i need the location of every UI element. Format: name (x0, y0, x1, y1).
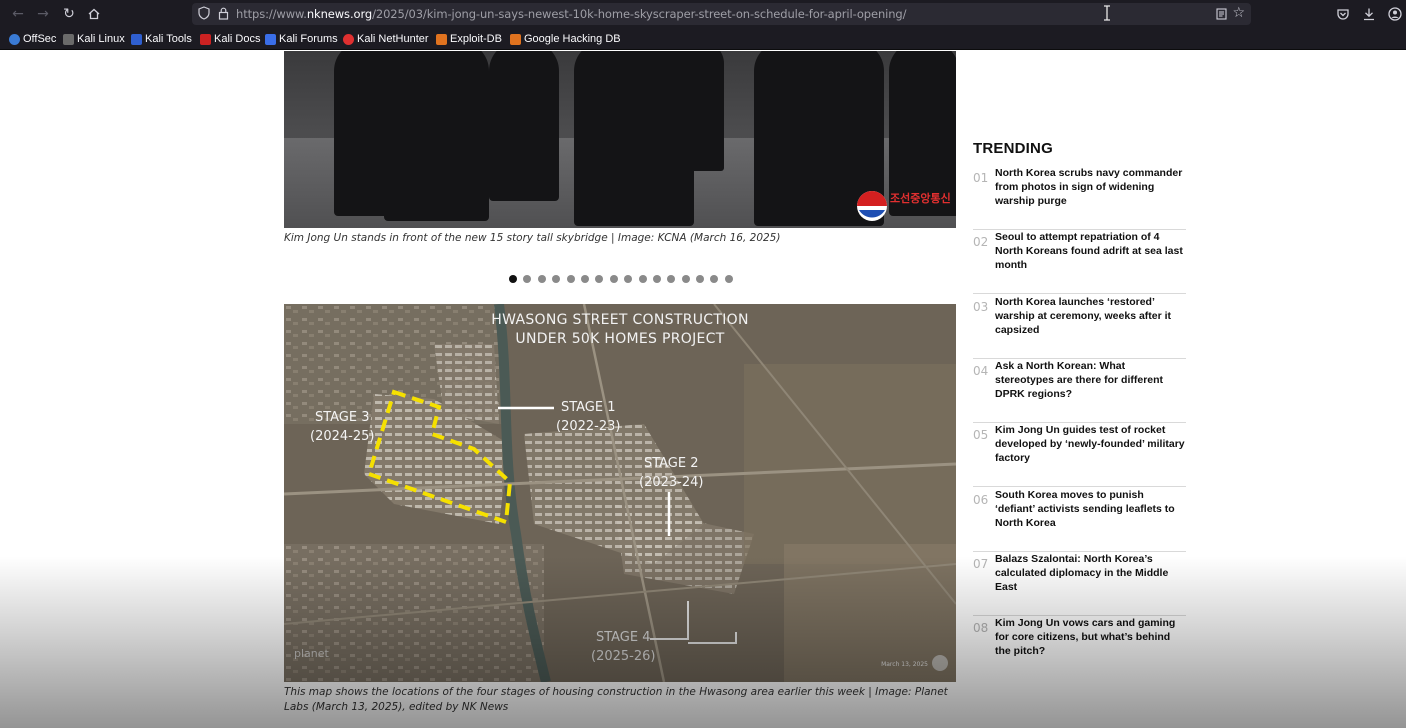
bookmark-kali-linux[interactable]: Kali Linux (63, 32, 125, 46)
kali-forums-icon (265, 33, 276, 45)
trending-headline-link[interactable]: Ask a North Korean: What stereotypes are… (995, 359, 1185, 401)
slide-dot[interactable] (580, 275, 589, 283)
trending-item[interactable]: 08 Kim Jong Un vows cars and gaming for c… (973, 616, 1186, 680)
bookmark-kali-nethunter[interactable]: Kali NetHunter (343, 32, 429, 46)
slideshow-pagination (509, 275, 733, 283)
photo-figure (574, 51, 694, 226)
map-caption: This map shows the locations of the four… (284, 686, 948, 713)
downloads-icon[interactable] (1362, 7, 1376, 21)
stage-3-label: STAGE 3 (2024-25) (310, 410, 375, 444)
bookmark-kali-tools[interactable]: Kali Tools (131, 32, 192, 46)
trending-heading: TRENDING (973, 140, 1053, 157)
trending-item[interactable]: 02 Seoul to attempt repatriation of 4 Nor… (973, 230, 1186, 295)
map-date-stamp: March 13, 2025 (881, 661, 928, 668)
lock-icon[interactable] (218, 7, 229, 20)
stage-1-label: STAGE 1 (2022-23) (556, 400, 621, 434)
slide-dot[interactable] (566, 275, 575, 283)
slide-dot[interactable] (595, 275, 604, 283)
reload-icon[interactable]: ↻ (59, 4, 79, 24)
slide-dot[interactable] (609, 275, 618, 283)
address-bar[interactable]: https://www.nknews.org/2025/03/kim-jong-… (192, 3, 1251, 25)
kali-docs-icon (200, 33, 211, 45)
slide-dot[interactable] (681, 275, 690, 283)
nethunter-icon (343, 33, 354, 45)
tracking-shield-icon[interactable] (198, 6, 210, 20)
trending-number: 08 (973, 621, 989, 636)
trending-headline-link[interactable]: North Korea launches ‘restored’ warship … (995, 295, 1185, 337)
trending-number: 07 (973, 556, 989, 571)
back-arrow-icon[interactable]: ← (8, 4, 28, 24)
photo-figure (489, 51, 559, 201)
forward-arrow-icon[interactable]: → (33, 4, 53, 24)
trending-headline-link[interactable]: Kim Jong Un vows cars and gaming for cor… (995, 616, 1185, 658)
stage-4-label: STAGE 4 (2025-26) (591, 630, 656, 664)
slide-dot[interactable] (724, 275, 733, 283)
bookmark-star-icon[interactable]: ☆ (1232, 4, 1245, 21)
trending-number: 02 (973, 235, 989, 250)
text-cursor-icon (1104, 5, 1110, 21)
satellite-map-image[interactable]: HWASONG STREET CONSTRUCTION UNDER 50K HO… (284, 304, 956, 682)
photo-caption: Kim Jong Un stands in front of the new 1… (284, 232, 781, 244)
account-icon[interactable] (1388, 7, 1402, 21)
map-title-line-1: HWASONG STREET CONSTRUCTION (491, 312, 749, 328)
map-title-line-2: UNDER 50K HOMES PROJECT (515, 331, 725, 347)
trending-item[interactable]: 06 South Korea moves to punish ‘defiant’ … (973, 488, 1186, 552)
home-icon[interactable] (84, 4, 104, 24)
trending-number: 04 (973, 363, 989, 378)
bookmark-kali-docs[interactable]: Kali Docs (200, 32, 260, 46)
slide-dot[interactable] (696, 275, 705, 283)
trending-number: 06 (973, 492, 989, 507)
map-compass-icon (932, 655, 948, 671)
trending-item[interactable]: 01 North Korea scrubs navy commander from… (973, 166, 1186, 230)
url-text[interactable]: https://www.nknews.org/2025/03/kim-jong-… (236, 7, 907, 21)
article-photo[interactable]: 조선중앙통신 (284, 51, 956, 228)
photo-figure (679, 51, 724, 171)
slide-dot[interactable] (638, 275, 647, 283)
ghdb-icon (510, 33, 521, 45)
exploit-db-icon (436, 33, 447, 45)
reader-view-icon[interactable] (1216, 8, 1227, 20)
trending-item[interactable]: 07 Balazs Szalontai: North Korea’s calcul… (973, 552, 1186, 616)
bookmarks-bar: OffSec Kali Linux Kali Tools Kali Docs K… (0, 28, 1406, 50)
stage-2-label: STAGE 2 (2023-24) (639, 456, 704, 490)
photo-figure (384, 51, 489, 221)
svg-text:조선중앙통신: 조선중앙통신 (890, 191, 950, 205)
map-terrain (284, 304, 956, 682)
kcna-logo: 조선중앙통신 (857, 191, 950, 221)
trending-headline-link[interactable]: Kim Jong Un guides test of rocket develo… (995, 423, 1185, 465)
trending-item[interactable]: 03 North Korea launches ‘restored’ warshi… (973, 295, 1186, 359)
kali-tools-icon (131, 33, 142, 45)
trending-number: 05 (973, 428, 989, 443)
trending-headline-link[interactable]: Seoul to attempt repatriation of 4 North… (995, 230, 1185, 272)
bookmark-offsec[interactable]: OffSec (9, 32, 56, 46)
slide-dot[interactable] (667, 275, 676, 283)
page-content: 조선중앙통신 Kim Jong Un stands in front of th… (0, 51, 1406, 728)
slide-dot[interactable] (624, 275, 633, 283)
offsec-icon (9, 33, 20, 45)
trending-number: 01 (973, 171, 989, 185)
trending-item[interactable]: 04 Ask a North Korean: What stereotypes a… (973, 359, 1186, 423)
slide-dot[interactable] (552, 275, 561, 283)
pocket-icon[interactable] (1336, 7, 1350, 21)
trending-number: 03 (973, 299, 989, 314)
bookmark-google-hacking-db[interactable]: Google Hacking DB (510, 32, 621, 46)
bookmark-exploit-db[interactable]: Exploit-DB (436, 32, 502, 46)
trending-headline-link[interactable]: North Korea scrubs navy commander from p… (995, 166, 1185, 208)
trending-headline-link[interactable]: Balazs Szalontai: North Korea’s calculat… (995, 552, 1185, 594)
slide-dot[interactable] (710, 275, 719, 283)
trending-headline-link[interactable]: South Korea moves to punish ‘defiant’ ac… (995, 488, 1185, 530)
slide-dot[interactable] (509, 275, 517, 283)
slide-dot[interactable] (652, 275, 661, 283)
kali-dragon-icon (63, 33, 74, 45)
trending-item[interactable]: 05 Kim Jong Un guides test of rocket deve… (973, 423, 1186, 488)
slide-dot[interactable] (537, 275, 546, 283)
browser-toolbar: ← → ↻ https://www.nknews.org/2025/03/kim… (0, 0, 1406, 28)
bookmark-kali-forums[interactable]: Kali Forums (265, 32, 338, 46)
planet-labs-watermark: planet (294, 647, 329, 660)
slide-dot[interactable] (523, 275, 532, 283)
